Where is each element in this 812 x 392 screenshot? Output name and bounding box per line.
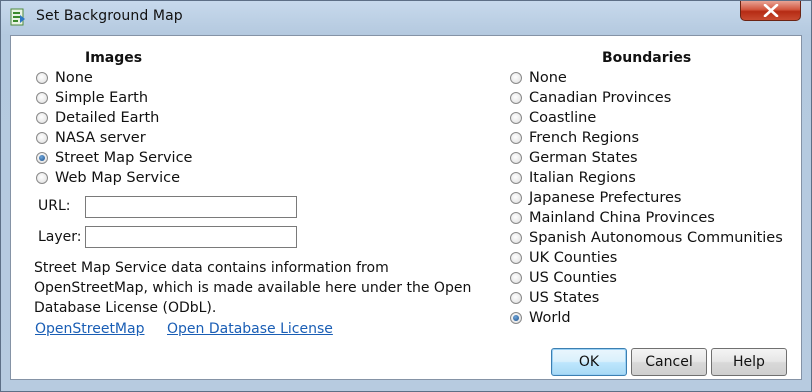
boundary-option-none[interactable]: None <box>510 68 567 88</box>
open-database-license-link[interactable]: Open Database License <box>167 321 333 337</box>
ok-button[interactable]: OK <box>551 348 627 376</box>
radio-button[interactable] <box>510 292 522 304</box>
option-label: NASA server <box>55 130 146 146</box>
option-label: None <box>55 70 93 86</box>
boundary-option-japanese-prefectures[interactable]: Japanese Prefectures <box>510 188 682 208</box>
url-label: URL: <box>38 198 71 214</box>
option-label: Web Map Service <box>55 170 181 186</box>
radio-button[interactable] <box>36 72 48 84</box>
boundary-option-world[interactable]: World <box>510 308 571 328</box>
boundary-option-uk-counties[interactable]: UK Counties <box>510 248 617 268</box>
url-input[interactable] <box>85 196 297 218</box>
option-label: Canadian Provinces <box>529 90 672 106</box>
option-label: Simple Earth <box>55 90 149 106</box>
radio-button[interactable] <box>510 172 522 184</box>
image-option-street-map-service[interactable]: Street Map Service <box>36 148 192 168</box>
radio-button[interactable] <box>510 252 522 264</box>
radio-button[interactable] <box>510 92 522 104</box>
radio-button[interactable] <box>510 112 522 124</box>
option-label: Street Map Service <box>55 150 193 166</box>
radio-button[interactable] <box>510 192 522 204</box>
option-label: World <box>529 310 571 326</box>
boundaries-heading: Boundaries <box>602 50 692 66</box>
radio-button[interactable] <box>510 152 522 164</box>
boundary-option-italian-regions[interactable]: Italian Regions <box>510 168 636 188</box>
option-label: Japanese Prefectures <box>529 190 682 206</box>
boundary-option-german-states[interactable]: German States <box>510 148 638 168</box>
radio-button[interactable] <box>36 132 48 144</box>
cancel-button[interactable]: Cancel <box>631 348 707 376</box>
image-option-detailed-earth[interactable]: Detailed Earth <box>36 108 159 128</box>
option-label: Detailed Earth <box>55 110 160 126</box>
boundary-option-canadian-provinces[interactable]: Canadian Provinces <box>510 88 671 108</box>
option-label: US States <box>529 290 600 306</box>
layer-input[interactable] <box>85 226 297 248</box>
image-option-simple-earth[interactable]: Simple Earth <box>36 88 148 108</box>
set-background-map-dialog: Set Background Map Images None Simple Ea… <box>0 0 812 392</box>
radio-button[interactable] <box>36 92 48 104</box>
option-label: US Counties <box>529 270 617 286</box>
title-bar[interactable]: Set Background Map <box>1 1 811 34</box>
radio-button[interactable] <box>36 172 48 184</box>
radio-button[interactable] <box>36 112 48 124</box>
app-icon <box>10 8 25 26</box>
window-title: Set Background Map <box>36 8 183 24</box>
option-label: French Regions <box>529 130 640 146</box>
image-option-nasa-server[interactable]: NASA server <box>36 128 146 148</box>
layer-label: Layer: <box>38 229 82 245</box>
option-label: UK Counties <box>529 250 618 266</box>
radio-button[interactable] <box>510 272 522 284</box>
osm-license-notice: Street Map Service data contains informa… <box>34 260 472 316</box>
images-heading: Images <box>85 50 143 66</box>
dialog-content: Images None Simple Earth Detailed Earth … <box>10 35 802 380</box>
boundary-option-spanish-autonomous-communities[interactable]: Spanish Autonomous Communities <box>510 228 783 248</box>
option-label: Italian Regions <box>529 170 636 186</box>
image-option-web-map-service[interactable]: Web Map Service <box>36 168 180 188</box>
radio-button[interactable] <box>510 72 522 84</box>
close-icon <box>763 4 779 17</box>
boundary-option-us-counties[interactable]: US Counties <box>510 268 617 288</box>
boundary-option-mainland-china-provinces[interactable]: Mainland China Provinces <box>510 208 715 228</box>
radio-button[interactable] <box>510 232 522 244</box>
radio-button[interactable] <box>510 212 522 224</box>
option-label: German States <box>529 150 638 166</box>
close-button[interactable] <box>740 1 801 21</box>
openstreetmap-link[interactable]: OpenStreetMap <box>35 321 144 337</box>
option-label: Mainland China Provinces <box>529 210 715 226</box>
option-label: None <box>529 70 567 86</box>
radio-button-selected[interactable] <box>36 152 48 164</box>
boundary-option-french-regions[interactable]: French Regions <box>510 128 639 148</box>
boundary-option-coastline[interactable]: Coastline <box>510 108 596 128</box>
help-button[interactable]: Help <box>711 348 787 376</box>
radio-button[interactable] <box>510 132 522 144</box>
radio-button-selected[interactable] <box>510 312 522 324</box>
option-label: Spanish Autonomous Communities <box>529 230 783 246</box>
option-label: Coastline <box>529 110 597 126</box>
boundary-option-us-states[interactable]: US States <box>510 288 599 308</box>
image-option-none[interactable]: None <box>36 68 93 88</box>
